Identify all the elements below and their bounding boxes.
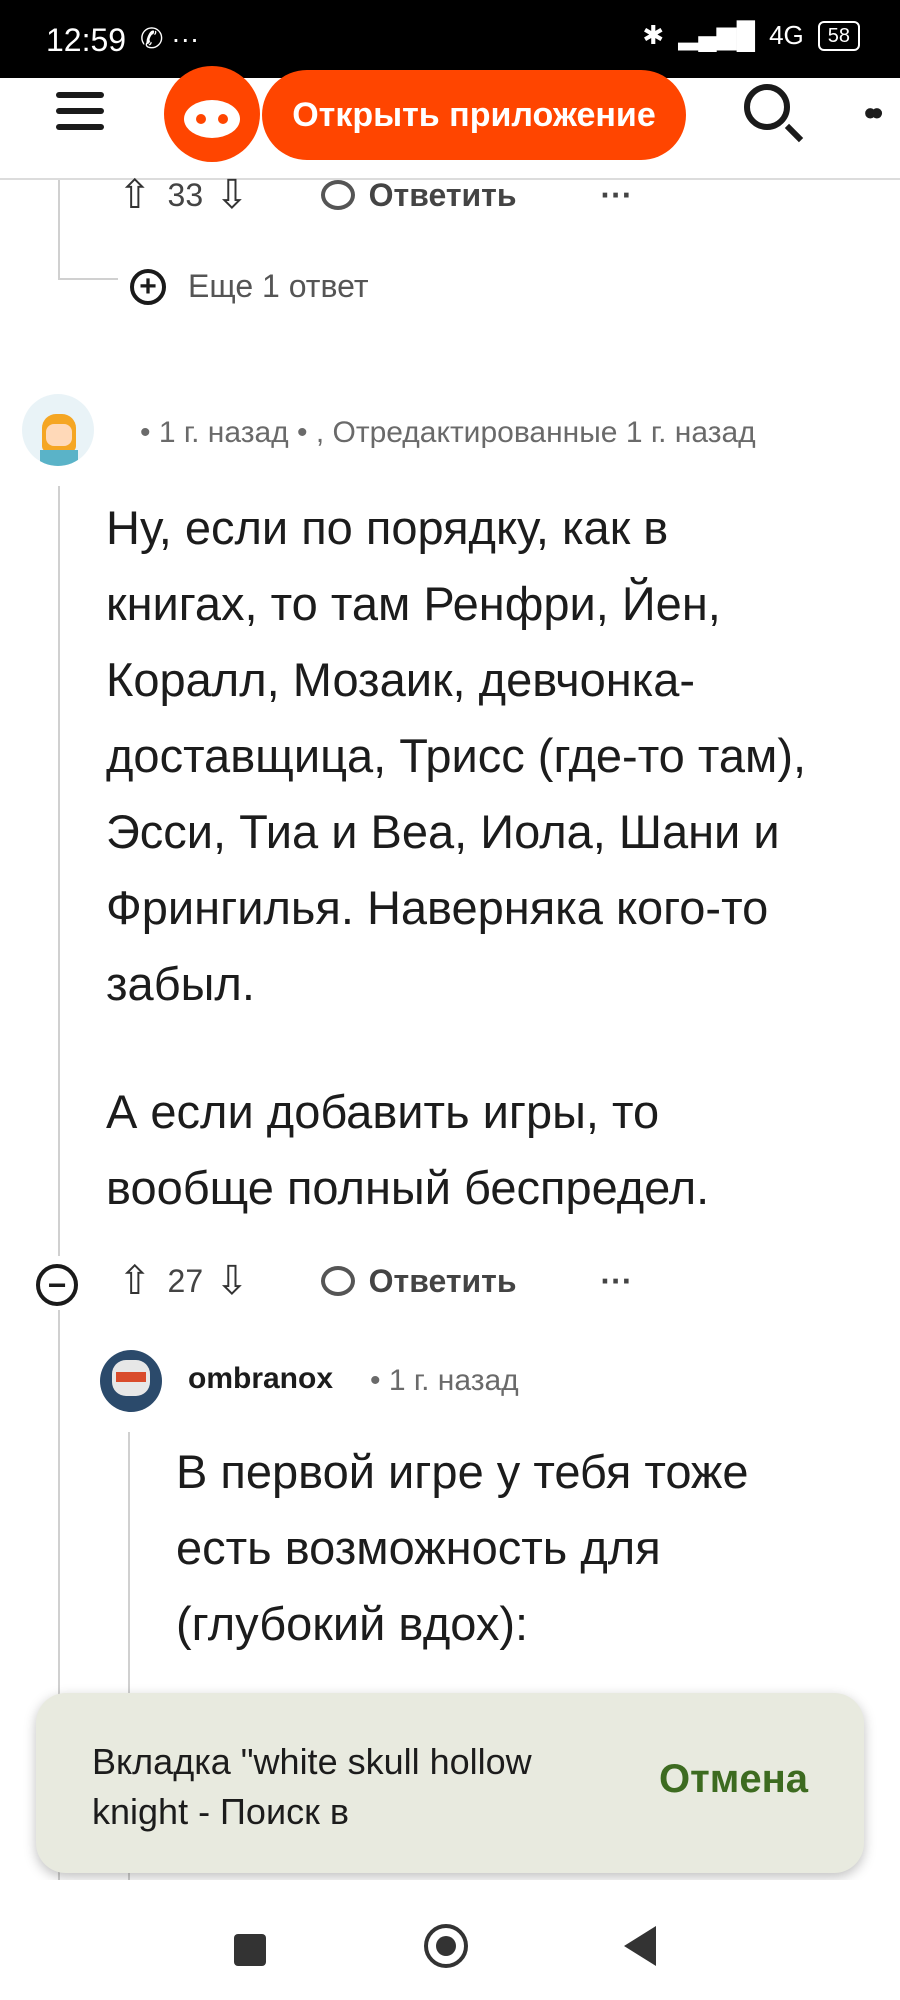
expand-icon: + — [130, 268, 166, 305]
network-type: 4G — [769, 20, 804, 50]
thread-line — [58, 486, 60, 1256]
reply-icon — [320, 1266, 355, 1296]
collapse-thread-icon[interactable]: − — [36, 1264, 78, 1306]
reddit-face-icon — [184, 100, 240, 138]
reply-username[interactable]: ombranox — [188, 1362, 333, 1396]
battery-icon: 58 — [817, 20, 860, 51]
thread-branch — [58, 278, 118, 280]
menu-icon[interactable] — [56, 86, 108, 138]
bluetooth-icon: ✱ — [642, 20, 665, 50]
back-icon[interactable] — [624, 1926, 656, 1966]
vote-count: 27 — [167, 1262, 204, 1299]
thread-line — [58, 180, 60, 280]
more-actions-icon[interactable]: ··· — [601, 1263, 633, 1300]
reply-button[interactable]: Ответить — [320, 177, 517, 214]
more-replies-button[interactable]: + Еще 1 ответ — [130, 268, 368, 305]
notification-icons: ✆ ··· — [140, 23, 200, 54]
search-icon-handle — [784, 123, 804, 143]
status-time: 12:59 — [46, 22, 127, 58]
reply-button[interactable]: Ответить — [320, 1263, 517, 1300]
vote-count: 33 — [167, 176, 204, 213]
home-icon-dot — [436, 1936, 456, 1956]
search-icon[interactable] — [744, 84, 790, 130]
downvote-icon[interactable]: ⇩ — [215, 172, 249, 218]
comment-meta: • 1 г. назад • , Отредактированные 1 г. … — [140, 416, 756, 449]
user-avatar[interactable] — [22, 394, 94, 466]
system-icons: ✱ ▂▄▆█ 4G 58 — [642, 20, 860, 51]
comment-paragraph: Ну, если по порядку, как в книгах, то та… — [106, 501, 807, 1010]
comment-paragraph: А если добавить игры, то вообще полный б… — [106, 1085, 710, 1214]
open-app-button[interactable]: Открыть приложение — [262, 70, 686, 160]
comment-actions: ⇧ 27 ⇩ Ответить ··· — [118, 1258, 632, 1304]
more-actions-icon[interactable]: ··· — [601, 177, 633, 214]
comment-actions: ⇧ 33 ⇩ Ответить ··· — [118, 172, 632, 218]
reply-text: В первой игре у тебя тоже есть возможнос… — [176, 1445, 749, 1650]
reply-avatar[interactable] — [100, 1350, 162, 1412]
upvote-icon[interactable]: ⇧ — [118, 1258, 152, 1304]
status-bar: 12:59 ✆ ··· ✱ ▂▄▆█ 4G 58 — [0, 0, 900, 78]
downvote-icon[interactable]: ⇩ — [215, 1258, 249, 1304]
more-options-icon[interactable]: •• — [864, 92, 883, 134]
app-header: Открыть приложение •• — [0, 66, 900, 180]
recent-apps-icon[interactable] — [234, 1934, 266, 1966]
signal-icon: ▂▄▆█ — [678, 20, 756, 50]
snackbar: Вкладка "white skull hollow knight - Пои… — [36, 1693, 864, 1873]
reply-icon — [320, 180, 355, 210]
snackbar-message: Вкладка "white skull hollow knight - Пои… — [92, 1741, 532, 1832]
reply-time: • 1 г. назад — [370, 1364, 519, 1397]
upvote-icon[interactable]: ⇧ — [118, 172, 152, 218]
reddit-logo[interactable] — [164, 66, 260, 162]
undo-button[interactable]: Отмена — [659, 1757, 808, 1802]
